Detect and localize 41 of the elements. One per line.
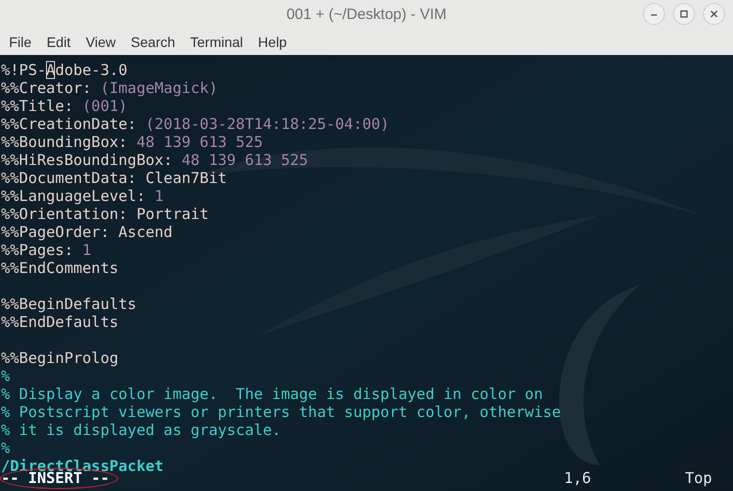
menu-item[interactable]: Help [253, 32, 292, 52]
code-text: 48 139 613 525 [182, 151, 308, 169]
menu-item[interactable]: File [4, 32, 37, 52]
code-text: 48 139 613 525 [136, 133, 263, 151]
code-text: %%BeginProlog [1, 349, 118, 367]
menu-item[interactable]: Terminal [185, 32, 248, 52]
close-icon [709, 9, 719, 19]
code-text: % Display a color image. The image is displayed in color on [1, 385, 543, 403]
code-text: % [1, 367, 10, 385]
scroll-position: Top [685, 469, 712, 487]
code-text: (ImageMagick) [100, 79, 218, 97]
maximize-icon [679, 9, 689, 19]
code-text: 1 [154, 187, 164, 205]
code-text: %%Title: [1, 97, 74, 115]
code-text: dobe-3.0 [55, 61, 128, 79]
code-text: %%LanguageLevel: [1, 187, 146, 205]
code-text: (001) [82, 97, 128, 115]
code-text: %%CreationDate: [1, 115, 138, 133]
code-text: % it is displayed as grayscale. [1, 421, 281, 439]
code-text: 1 [82, 241, 92, 259]
code-text: %%Orientation: Portrait [1, 205, 209, 223]
code-text: %%EndComments [1, 259, 118, 277]
code-text: % Postscript viewers or printers that support color, otherwise [1, 403, 561, 421]
code-text: %%EndDefaults [1, 313, 118, 331]
cursor-position: 1,6 [564, 469, 592, 487]
code-text: %%HiResBoundingBox: [1, 151, 174, 169]
code-text: %%PageOrder: Ascend [1, 223, 173, 241]
code-text: %%Pages: [1, 241, 74, 259]
code-text: %%Creator: [1, 79, 92, 97]
code-text: %%DocumentData: Clean7Bit [1, 169, 227, 187]
code-text: %!PS- [1, 61, 46, 79]
code-text: %%BoundingBox: [1, 133, 128, 151]
close-button[interactable] [703, 3, 725, 25]
maximize-button[interactable] [673, 3, 695, 25]
window-title: 001 + (~/Desktop) - VIM [286, 4, 447, 25]
menu-item[interactable]: Search [126, 32, 180, 52]
code-text: %%BeginDefaults [1, 295, 136, 313]
menu-item[interactable]: Edit [42, 32, 76, 52]
code-text: (2018-03-28T14:18:25-04:00) [146, 115, 390, 133]
menu-item[interactable]: View [80, 32, 121, 52]
code-text: % [1, 439, 10, 457]
